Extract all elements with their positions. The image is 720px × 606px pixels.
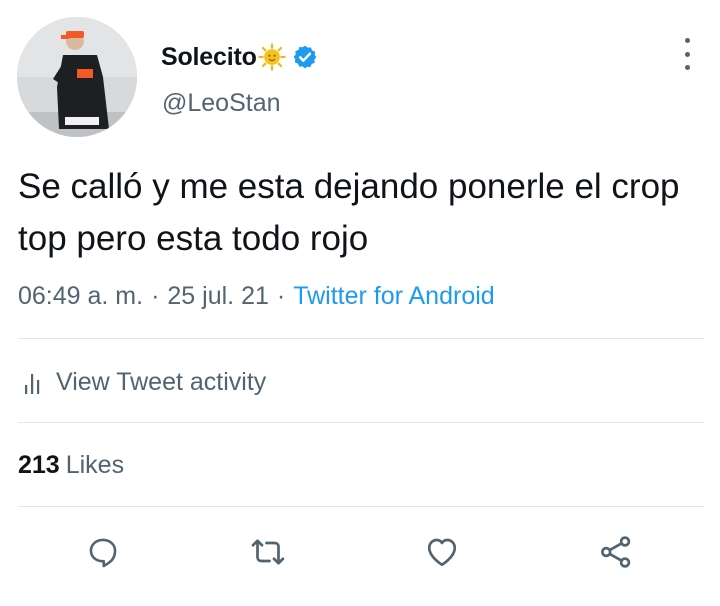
view-tweet-activity-label: View Tweet activity: [56, 367, 267, 396]
share-button[interactable]: [596, 532, 636, 572]
like-icon: [427, 538, 457, 567]
tweet-date: 25 jul. 21: [167, 282, 269, 310]
reply-icon: [89, 538, 117, 568]
meta-separator: ·: [276, 282, 286, 310]
reply-button[interactable]: [83, 532, 123, 572]
sun-with-face-emoji: [257, 43, 286, 71]
tweet-time: 06:49 a. m.: [18, 282, 144, 310]
author-name-row[interactable]: Solecito: [161, 40, 318, 74]
avatar[interactable]: [17, 17, 137, 137]
tweet-text: Se calló y me esta dejando ponerle el cr…: [18, 167, 680, 258]
tweet-metadata: 06:49 a. m. · 25 jul. 21 · Twitter for Andro…: [18, 282, 495, 311]
meta-separator: ·: [151, 282, 160, 310]
more-options-icon[interactable]: [676, 38, 698, 70]
likes-label: Likes: [65, 451, 125, 479]
view-tweet-activity-button[interactable]: View Tweet activity: [24, 366, 266, 398]
likes-count: 213: [18, 451, 60, 479]
share-icon: [601, 536, 631, 568]
user-handle[interactable]: @LeoStan: [162, 89, 281, 118]
tweet-source-link[interactable]: Twitter for Android: [293, 282, 494, 310]
divider: [18, 422, 704, 423]
retweet-button[interactable]: [248, 532, 288, 572]
analytics-icon: [25, 374, 40, 394]
retweet-icon: [251, 539, 285, 565]
avatar-image: [17, 17, 137, 137]
likes-stat[interactable]: 213 Likes: [18, 451, 124, 480]
verified-badge-icon: [293, 45, 317, 69]
display-name[interactable]: Solecito: [161, 43, 257, 72]
divider: [18, 506, 704, 507]
divider: [18, 338, 704, 339]
like-button[interactable]: [422, 532, 462, 572]
